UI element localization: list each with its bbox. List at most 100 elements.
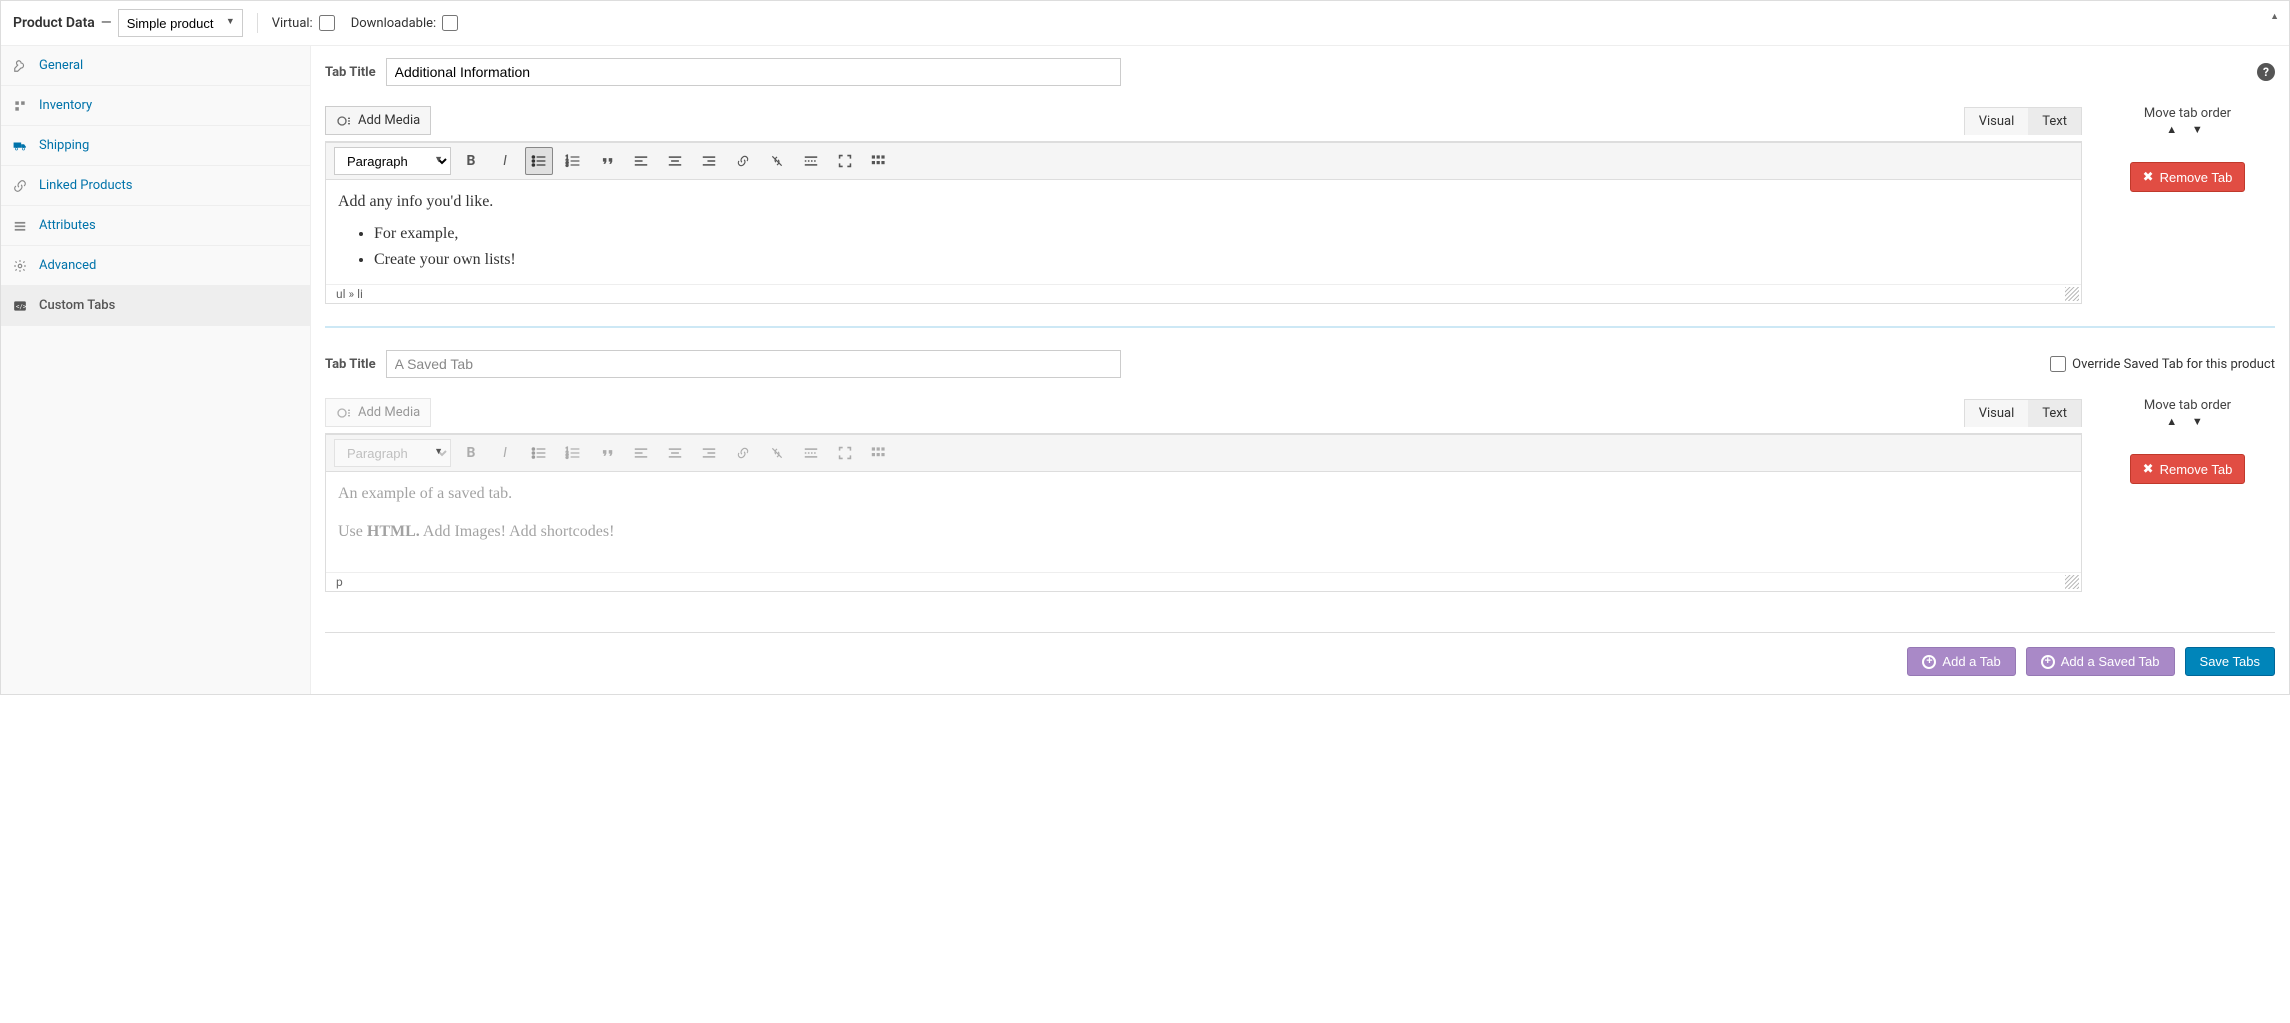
editor-path: ul » li: [336, 287, 363, 301]
product-type-select[interactable]: Simple product: [118, 9, 243, 37]
align-left-button: [627, 439, 655, 467]
editor-toolbar: Paragraph B I 123: [326, 434, 2081, 472]
numbered-list-button[interactable]: 123: [559, 147, 587, 175]
remove-tab-label: Remove Tab: [2160, 462, 2233, 477]
code-icon: </>: [13, 299, 29, 313]
bold-button: B: [457, 439, 485, 467]
sidebar-item-label: Linked Products: [39, 178, 132, 193]
add-media-button: Add Media: [325, 398, 431, 427]
save-tabs-label: Save Tabs: [2200, 654, 2260, 669]
downloadable-checkbox[interactable]: [442, 15, 458, 31]
unlink-button[interactable]: [763, 147, 791, 175]
truck-icon: [13, 139, 29, 153]
align-right-button[interactable]: [695, 147, 723, 175]
sidebar-item-general[interactable]: General: [1, 46, 310, 86]
numbered-list-button: 123: [559, 439, 587, 467]
sidebar-item-label: General: [39, 58, 83, 73]
insert-more-button: [797, 439, 825, 467]
editor-tab-text[interactable]: Text: [2028, 400, 2081, 427]
bullet-list-button[interactable]: [525, 147, 553, 175]
link-icon: [13, 179, 29, 193]
move-tab-arrows[interactable]: ▲ ▼: [2100, 415, 2275, 428]
fullscreen-button[interactable]: [831, 147, 859, 175]
editor-toolbar: Paragraph B I 123: [326, 142, 2081, 180]
sidebar-item-shipping[interactable]: Shipping: [1, 126, 310, 166]
italic-button[interactable]: I: [491, 147, 519, 175]
editor-content[interactable]: Add any info you'd like. For example, Cr…: [326, 180, 2081, 284]
editor-tab-visual[interactable]: Visual: [1965, 108, 2029, 135]
title-dash: —: [101, 15, 112, 31]
wrench-icon: [13, 59, 29, 73]
add-media-label: Add Media: [358, 113, 420, 128]
close-icon: ✖: [2143, 169, 2154, 185]
virtual-checkbox[interactable]: [319, 15, 335, 31]
sidebar-item-label: Advanced: [39, 258, 96, 273]
toolbar-toggle-button[interactable]: [865, 147, 893, 175]
add-saved-tab-label: Add a Saved Tab: [2061, 654, 2160, 669]
add-tab-button[interactable]: + Add a Tab: [1907, 647, 2015, 676]
bottom-actions: + Add a Tab + Add a Saved Tab Save Tabs: [325, 632, 2275, 676]
tab-title-input[interactable]: [386, 350, 1121, 378]
panel-header: Product Data — Simple product Virtual: D…: [1, 1, 2289, 46]
inventory-icon: [13, 99, 29, 113]
tab-title-label: Tab Title: [325, 65, 376, 80]
link-button[interactable]: [729, 147, 757, 175]
add-media-button[interactable]: Add Media: [325, 106, 431, 135]
override-checkbox[interactable]: [2050, 356, 2066, 372]
move-tab-arrows[interactable]: ▲ ▼: [2100, 123, 2275, 136]
sidebar-item-attributes[interactable]: Attributes: [1, 206, 310, 246]
bullet-list-button: [525, 439, 553, 467]
media-icon: [336, 406, 352, 420]
editor-path: p: [336, 575, 343, 589]
override-label: Override Saved Tab for this product: [2072, 357, 2275, 372]
resize-grip-icon[interactable]: [2065, 575, 2079, 589]
resize-grip-icon[interactable]: [2065, 287, 2079, 301]
bold-button[interactable]: B: [457, 147, 485, 175]
custom-tab-section: Tab Title ? Add Media: [325, 58, 2275, 326]
svg-text:</>: </>: [16, 304, 27, 310]
italic-button: I: [491, 439, 519, 467]
align-center-button[interactable]: [661, 147, 689, 175]
plus-icon: +: [2041, 655, 2055, 669]
sidebar-item-inventory[interactable]: Inventory: [1, 86, 310, 126]
link-button: [729, 439, 757, 467]
collapse-toggle-icon[interactable]: ▲: [2270, 11, 2279, 22]
editor-text: An example of a saved tab.: [338, 482, 2069, 506]
sidebar: General Inventory Shipping Linked Produc…: [1, 46, 311, 694]
virtual-label: Virtual:: [272, 16, 313, 31]
svg-text:3: 3: [566, 455, 569, 460]
format-select[interactable]: Paragraph: [334, 147, 451, 175]
main-content: Tab Title ? Add Media: [311, 46, 2289, 694]
remove-tab-button[interactable]: ✖ Remove Tab: [2130, 454, 2246, 484]
sidebar-item-label: Custom Tabs: [39, 298, 115, 313]
sidebar-item-linked[interactable]: Linked Products: [1, 166, 310, 206]
blockquote-button: [593, 439, 621, 467]
editor-tab-text[interactable]: Text: [2028, 108, 2081, 135]
align-center-button: [661, 439, 689, 467]
align-left-button[interactable]: [627, 147, 655, 175]
editor-list-item: For example,: [374, 222, 2069, 246]
blockquote-button[interactable]: [593, 147, 621, 175]
rich-text-editor: Paragraph B I 123: [325, 141, 2082, 304]
downloadable-label: Downloadable:: [351, 16, 436, 31]
editor-content: An example of a saved tab. Use HTML. Add…: [326, 472, 2081, 572]
remove-tab-button[interactable]: ✖ Remove Tab: [2130, 162, 2246, 192]
header-separator: [257, 13, 258, 33]
add-saved-tab-button[interactable]: + Add a Saved Tab: [2026, 647, 2175, 676]
insert-more-button[interactable]: [797, 147, 825, 175]
add-media-label: Add Media: [358, 405, 420, 420]
help-icon[interactable]: ?: [2257, 63, 2275, 81]
toolbar-toggle-button: [865, 439, 893, 467]
editor-text: Add any info you'd like.: [338, 190, 2069, 214]
close-icon: ✖: [2143, 461, 2154, 477]
tab-title-input[interactable]: [386, 58, 1121, 86]
editor-tab-visual[interactable]: Visual: [1965, 400, 2029, 427]
save-tabs-button[interactable]: Save Tabs: [2185, 647, 2275, 676]
remove-tab-label: Remove Tab: [2160, 170, 2233, 185]
custom-tab-section: Tab Title Override Saved Tab for this pr…: [325, 326, 2275, 614]
plus-icon: +: [1922, 655, 1936, 669]
sidebar-item-advanced[interactable]: Advanced: [1, 246, 310, 286]
sidebar-item-custom-tabs[interactable]: </> Custom Tabs: [1, 286, 310, 326]
rich-text-editor: Paragraph B I 123: [325, 433, 2082, 592]
move-tab-label: Move tab order: [2100, 398, 2275, 413]
